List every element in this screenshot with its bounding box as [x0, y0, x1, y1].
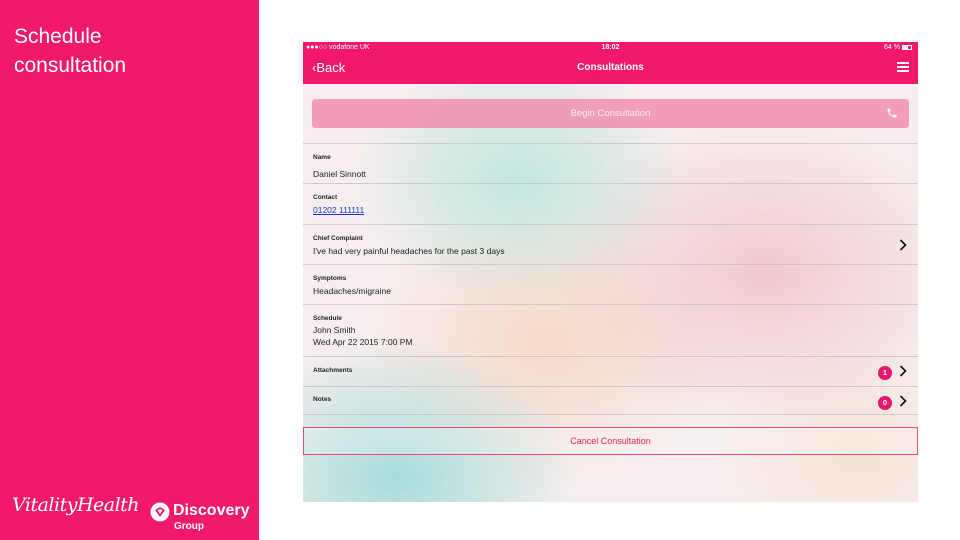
attachments-label: Attachments: [313, 367, 353, 374]
name-label: Name: [313, 154, 331, 161]
slide: Schedule consultation VitalityHealth Dis…: [0, 0, 960, 540]
nav-title: Consultations: [577, 62, 644, 73]
begin-consultation-button[interactable]: Begin Consultation: [312, 99, 909, 128]
discovery-diamond-icon: [150, 502, 170, 522]
notes-row[interactable]: Notes 0: [303, 386, 918, 415]
notes-label: Notes: [313, 396, 332, 403]
chevron-right-icon: [899, 395, 907, 407]
name-value: Daniel Sinnott: [313, 169, 366, 179]
contact-row: Contact 01202 111111: [303, 183, 918, 224]
hamburger-menu-icon[interactable]: [897, 62, 909, 72]
cancel-consultation-button[interactable]: Cancel Consultation: [303, 427, 918, 455]
schedule-label: Schedule: [313, 315, 342, 322]
attachments-row[interactable]: Attachments 1: [303, 356, 918, 386]
attachments-count-badge: 1: [878, 366, 892, 380]
contact-phone-link[interactable]: 01202 111111: [313, 205, 364, 215]
vitality-health-logo: VitalityHealth: [12, 494, 140, 516]
nav-bar: ‹Back Consultations: [303, 54, 918, 84]
slide-title: Schedule consultation: [14, 25, 127, 77]
notes-count-badge: 0: [878, 396, 892, 410]
battery-label: 64 %: [884, 44, 900, 51]
schedule-row: Schedule John Smith Wed Apr 22 2015 7:00…: [303, 304, 918, 356]
chief-complaint-value: I've had very painful headaches for the …: [313, 246, 505, 256]
chief-complaint-row[interactable]: Chief Complaint I've had very painful he…: [303, 224, 918, 264]
status-bar: ●●●○○ vodafone UK 18:02 64 %: [303, 42, 918, 54]
status-time: 18:02: [601, 44, 620, 51]
discovery-sub: Group: [174, 521, 204, 532]
side-panel: Schedule consultation VitalityHealth Dis…: [0, 0, 259, 540]
battery-status: 64 %: [884, 44, 912, 51]
name-row: Name Daniel Sinnott: [303, 143, 918, 183]
symptoms-value: Headaches/migraine: [313, 286, 391, 296]
symptoms-label: Symptoms: [313, 275, 347, 282]
app-screen: ●●●○○ vodafone UK 18:02 64 % ‹Back Consu…: [303, 42, 918, 502]
phone-icon: [887, 108, 897, 118]
symptoms-row: Symptoms Headaches/migraine: [303, 264, 918, 304]
contact-label: Contact: [313, 194, 338, 201]
begin-consultation-label: Begin Consultation: [570, 108, 651, 119]
discovery-name: Discovery: [173, 502, 250, 519]
chevron-right-icon: [899, 365, 907, 377]
chief-complaint-label: Chief Complaint: [313, 235, 363, 242]
battery-icon: [902, 44, 912, 50]
schedule-datetime: Wed Apr 22 2015 7:00 PM: [313, 337, 413, 347]
chevron-right-icon: [899, 239, 907, 251]
schedule-doctor: John Smith: [313, 325, 356, 335]
